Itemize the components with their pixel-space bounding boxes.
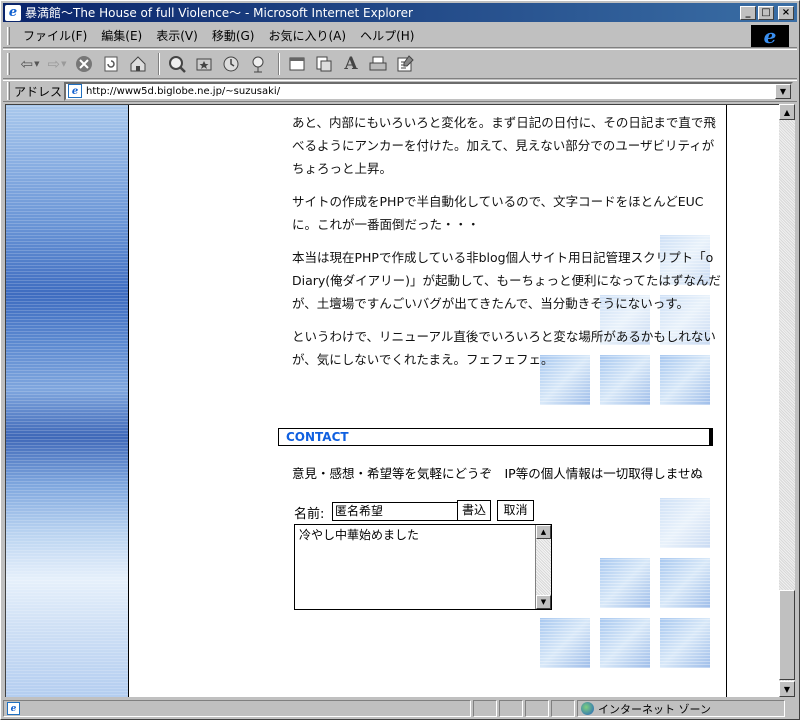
address-dropdown-icon[interactable]: ▼ <box>775 83 791 99</box>
cancel-button[interactable]: 取消 <box>497 500 534 521</box>
menu-file[interactable]: ファイル(F) <box>16 26 94 46</box>
menu-view[interactable]: 表示(V) <box>149 26 205 46</box>
sky-tile <box>600 558 650 608</box>
standard-toolbar: ⇦ ▼ ⇨ ▼ A <box>3 49 797 79</box>
status-cell <box>499 700 523 717</box>
menu-help[interactable]: ヘルプ(H) <box>353 26 421 46</box>
toolbar-separator <box>278 53 280 75</box>
scroll-up-icon[interactable]: ▲ <box>536 525 551 539</box>
channels-icon[interactable] <box>246 52 270 76</box>
scroll-down-icon[interactable]: ▼ <box>779 681 795 697</box>
scroll-up-icon[interactable]: ▲ <box>779 104 795 120</box>
address-bar: アドレス e http://www5d.biglobe.ne.jp/~suzus… <box>3 80 797 102</box>
name-label: 名前: <box>294 507 325 522</box>
page-viewport: あと、内部にもいろいろと変化を。まず日記の日付に、その日記まで直で飛べるようにア… <box>5 104 779 697</box>
home-icon[interactable] <box>126 52 150 76</box>
submit-button[interactable]: 書込 <box>457 500 491 521</box>
refresh-icon[interactable] <box>99 52 123 76</box>
diary-paragraph: あと、内部にもいろいろと変化を。まず日記の日付に、その日記まで直で飛べるようにア… <box>292 115 716 176</box>
sky-tile <box>660 498 710 548</box>
window-title: 暴満館〜The House of full Violence〜 - Micros… <box>25 6 413 20</box>
address-url[interactable]: http://www5d.biglobe.ne.jp/~suzusaki/ <box>86 86 280 97</box>
stop-icon[interactable] <box>72 52 96 76</box>
toolbar-grip[interactable] <box>7 53 10 75</box>
favorites-icon[interactable] <box>192 52 216 76</box>
sky-tile <box>660 558 710 608</box>
close-button[interactable]: × <box>778 5 794 20</box>
edit-icon[interactable] <box>393 52 417 76</box>
menu-grip[interactable] <box>7 26 10 45</box>
fullscreen-icon[interactable] <box>285 52 309 76</box>
contact-description: 意見・感想・希望等を気軽にどうぞ IP等の個人情報は一切取得しませぬ <box>292 466 703 481</box>
right-border-line <box>726 105 727 697</box>
maximize-button[interactable]: □ <box>758 5 774 20</box>
sky-tile <box>600 618 650 668</box>
menu-edit[interactable]: 編集(E) <box>94 26 149 46</box>
diary-text: あと、内部にもいろいろと変化を。まず日記の日付に、その日記まで直で飛べるようにア… <box>292 111 722 381</box>
status-main: e <box>3 700 471 717</box>
font-icon[interactable]: A <box>339 52 363 76</box>
page-done-icon: e <box>7 702 20 715</box>
message-textarea[interactable]: 冷やし中華始めました ▲ ▼ <box>294 524 552 610</box>
print-icon[interactable] <box>366 52 390 76</box>
status-cell <box>525 700 549 717</box>
ie-logo-icon: e <box>751 24 789 48</box>
minimize-button[interactable]: _ <box>740 5 756 20</box>
title-bar[interactable]: e 暴満館〜The House of full Violence〜 - Micr… <box>3 3 797 22</box>
menu-bar: ファイル(F) 編集(E) 表示(V) 移動(G) お気に入り(A) ヘルプ(H… <box>3 24 797 48</box>
status-bar: e インターネット ゾーン <box>3 699 797 718</box>
sky-sidebar-image <box>6 105 128 697</box>
scroll-thumb[interactable] <box>779 590 795 680</box>
internet-globe-icon <box>581 702 594 715</box>
address-grip[interactable] <box>7 82 10 100</box>
status-cell <box>551 700 575 717</box>
textarea-scrollbar[interactable]: ▲ ▼ <box>535 525 551 609</box>
address-input[interactable]: e http://www5d.biglobe.ne.jp/~suzusaki/ … <box>64 81 793 101</box>
left-border-line <box>128 105 129 697</box>
menu-favorites[interactable]: お気に入り(A) <box>261 26 353 46</box>
ie-page-icon: e <box>5 4 21 21</box>
mail-icon[interactable] <box>312 52 336 76</box>
menu-go[interactable]: 移動(G) <box>205 26 262 46</box>
contact-heading: CONTACT <box>278 428 713 446</box>
page-icon: e <box>68 84 83 98</box>
browser-window: e 暴満館〜The House of full Violence〜 - Micr… <box>0 0 800 720</box>
history-icon[interactable] <box>219 52 243 76</box>
zone-label: インターネット ゾーン <box>598 702 711 716</box>
sky-tile <box>660 618 710 668</box>
toolbar-separator <box>158 53 160 75</box>
message-text: 冷やし中華始めました <box>299 528 420 542</box>
address-label: アドレス <box>14 84 63 99</box>
diary-paragraph: サイトの作成をPHPで半自動化しているので、文字コードをほとんどEUCに。これが… <box>292 194 704 232</box>
search-icon[interactable] <box>165 52 189 76</box>
diary-paragraph: というわけで、リニューアル直後でいろいろと変な場所があるかもしれないが、気にしな… <box>292 329 716 367</box>
sky-tile <box>540 618 590 668</box>
scroll-down-icon[interactable]: ▼ <box>536 595 551 609</box>
name-input[interactable]: 匿名希望 <box>332 502 472 521</box>
page-scrollbar[interactable]: ▲ ▼ <box>779 104 795 697</box>
back-arrow-icon[interactable]: ⇦ ▼ <box>18 52 42 76</box>
diary-paragraph: 本当は現在PHPで作成している非blog個人サイト用日記管理スクリプト「oDia… <box>292 250 721 311</box>
status-cell <box>473 700 497 717</box>
forward-arrow-icon[interactable]: ⇨ ▼ <box>45 52 69 76</box>
status-zone: インターネット ゾーン <box>577 700 785 717</box>
